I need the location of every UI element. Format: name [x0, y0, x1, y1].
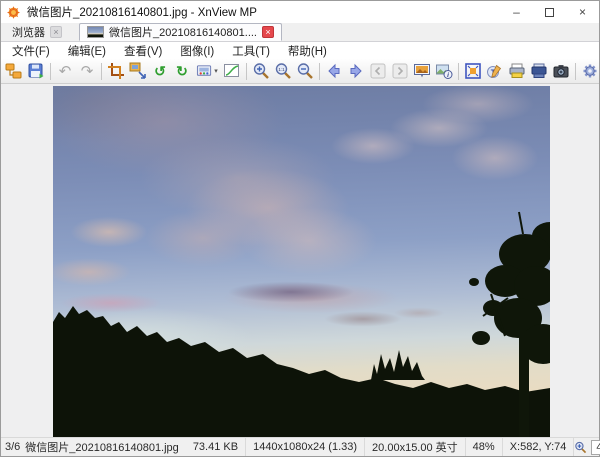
slideshow-icon [413, 62, 431, 80]
image-canvas [1, 84, 599, 437]
arrow-right-icon [347, 62, 365, 80]
svg-text:i: i [447, 72, 449, 79]
info-button[interactable]: i [433, 60, 455, 82]
status-filesize: 73.41 KB [186, 438, 246, 456]
photo-view[interactable] [53, 86, 550, 437]
previous-image-button[interactable] [323, 60, 345, 82]
close-button[interactable]: × [566, 1, 599, 23]
chevron-down-icon[interactable]: ▾ [214, 67, 218, 75]
maximize-button[interactable] [533, 1, 566, 23]
crop-icon [107, 62, 125, 80]
toolbar-separator [101, 63, 102, 80]
menu-file[interactable]: 文件(F) [3, 43, 59, 59]
window-title: 微信图片_20210816140801.jpg - XnView MP [27, 4, 500, 20]
zoom-spinbox-value: 48% [592, 441, 600, 453]
camera-icon [552, 62, 570, 80]
resize-icon [129, 62, 147, 80]
last-image-button[interactable] [389, 60, 411, 82]
first-image-button[interactable] [367, 60, 389, 82]
rotate-right-button[interactable]: ↻ [171, 60, 193, 82]
status-zoom-percent: 48% [466, 438, 503, 456]
tab-bar: 浏览器 × 微信图片_20210816140801.... × [1, 23, 599, 42]
status-bar: 3/6 微信图片_20210816140801.jpg 73.41 KB 144… [1, 437, 599, 456]
zoom-in-icon [252, 62, 270, 80]
zoom-in-icon[interactable] [574, 441, 587, 454]
toolbar-separator [458, 63, 459, 80]
gear-icon [581, 62, 599, 80]
zoom-in-button[interactable] [250, 60, 272, 82]
arrow-left-icon [325, 62, 343, 80]
slideshow-button[interactable] [411, 60, 433, 82]
crop-button[interactable] [105, 60, 127, 82]
menu-tools[interactable]: 工具(T) [223, 43, 279, 59]
xnview-window: 微信图片_20210816140801.jpg - XnView MP – × … [0, 0, 600, 457]
zoom-out-icon [296, 62, 314, 80]
rotate-left-button[interactable]: ↺ [149, 60, 171, 82]
adjust-colors-icon [196, 63, 213, 80]
rotate-left-icon: ↺ [154, 64, 166, 78]
zoom-original-button[interactable]: 1:1 [272, 60, 294, 82]
status-print-size: 20.00x15.00 英寸 [365, 438, 466, 456]
zoom-one-to-one-icon: 1:1 [274, 62, 292, 80]
pencil-icon: T [486, 62, 504, 80]
menu-bar: 文件(F) 编辑(E) 查看(V) 图像(I) 工具(T) 帮助(H) [1, 42, 599, 59]
toolbar-separator [319, 63, 320, 80]
svg-text:1:1: 1:1 [278, 67, 285, 72]
browser-button[interactable] [3, 60, 25, 82]
tab-image-close-icon[interactable]: × [262, 26, 274, 38]
next-image-button[interactable] [345, 60, 367, 82]
fullscreen-button[interactable] [462, 60, 484, 82]
toolbar-separator [246, 63, 247, 80]
status-dimensions: 1440x1080x24 (1.33) [246, 438, 365, 456]
tab-browser-label: 浏览器 [12, 24, 45, 40]
save-button[interactable] [25, 60, 47, 82]
curves-button[interactable] [221, 60, 243, 82]
arrow-left-boxed-icon [369, 62, 387, 80]
status-position-filename: 3/6 微信图片_20210816140801.jpg [0, 438, 186, 456]
redo-icon: ↷ [81, 64, 94, 79]
menu-view[interactable]: 查看(V) [115, 43, 171, 59]
draw-text-button[interactable]: T [484, 60, 506, 82]
redo-button[interactable]: ↷ [76, 60, 98, 82]
menu-image[interactable]: 图像(I) [171, 43, 223, 59]
scanner-button[interactable] [528, 60, 550, 82]
adjust-colors-button[interactable]: ▾ [193, 60, 221, 82]
browser-icon [5, 62, 23, 80]
zoom-spinbox[interactable]: 48% ▴ ▾ [591, 440, 600, 455]
undo-icon: ↶ [59, 64, 72, 79]
status-zoom-controls: 48% ▴ ▾ [574, 440, 600, 455]
tab-browser[interactable]: 浏览器 × [5, 23, 69, 41]
print-button[interactable] [506, 60, 528, 82]
fullscreen-icon [464, 62, 482, 80]
settings-button[interactable] [579, 60, 600, 82]
resize-button[interactable] [127, 60, 149, 82]
toolbar-separator [575, 63, 576, 80]
menu-edit[interactable]: 编辑(E) [59, 43, 115, 59]
rotate-right-icon: ↻ [176, 64, 188, 78]
tab-image-label: 微信图片_20210816140801.... [109, 24, 257, 40]
capture-button[interactable] [550, 60, 572, 82]
curves-icon [223, 62, 241, 80]
menu-help[interactable]: 帮助(H) [279, 43, 336, 59]
tab-image-thumbnail [87, 26, 104, 38]
maximize-icon [545, 8, 554, 17]
toolbar-separator [50, 63, 51, 80]
info-icon: i [435, 62, 453, 80]
save-icon [27, 62, 45, 80]
title-bar: 微信图片_20210816140801.jpg - XnView MP – × [1, 1, 599, 23]
tab-browser-close-icon[interactable]: × [50, 26, 62, 38]
printer-icon [508, 62, 526, 80]
tab-image[interactable]: 微信图片_20210816140801.... × [79, 23, 282, 41]
tree-silhouette [53, 86, 550, 437]
status-cursor-position: X:582, Y:74 [503, 438, 575, 456]
arrow-right-boxed-icon [391, 62, 409, 80]
undo-button[interactable]: ↶ [54, 60, 76, 82]
main-toolbar: ↶ ↷ ↺ ↻ ▾ [1, 59, 599, 84]
scanner-icon [530, 62, 548, 80]
zoom-out-button[interactable] [294, 60, 316, 82]
image-filename: 微信图片_20210816140801.jpg [25, 439, 179, 455]
minimize-button[interactable]: – [500, 1, 533, 23]
xnview-logo-icon [6, 5, 21, 20]
image-position: 3/6 [5, 441, 20, 453]
